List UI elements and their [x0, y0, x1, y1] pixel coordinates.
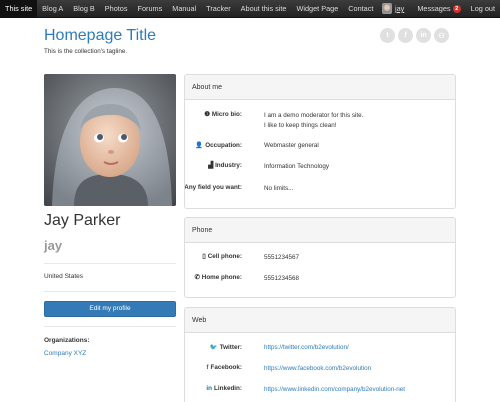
micro-bio-line2: I like to keep things clean!	[264, 121, 337, 129]
twitter-link[interactable]: https://twitter.com/b2evolution/	[264, 343, 349, 353]
profile-name: Jay Parker	[44, 212, 121, 229]
divider	[44, 326, 176, 327]
nav-photos[interactable]: Photos	[100, 0, 133, 18]
twitter-icon[interactable]: t	[380, 28, 395, 43]
occupation-value: Webmaster general	[264, 142, 319, 149]
micro-bio-line1: I am a demo moderator for this site.	[264, 112, 364, 119]
web-panel-heading: Web	[185, 308, 455, 333]
nav-blog-a[interactable]: Blog A	[37, 0, 68, 18]
phone-panel-heading: Phone	[185, 218, 455, 243]
profile-country: United States	[44, 273, 84, 280]
any-field-value: No limits...	[264, 185, 294, 192]
nav-about[interactable]: About this site	[236, 0, 292, 18]
nav-user-link[interactable]: jay	[392, 4, 412, 13]
tagline: This is the collection's tagline.	[44, 48, 128, 55]
linkedin-link[interactable]: https://www.linkedin.com/company/b2evolu…	[264, 385, 405, 395]
industry-label: ▟ Industry:	[208, 162, 242, 169]
about-panel: About me ❶ Micro bio: I am a demo moderat…	[184, 74, 456, 209]
nav-widget-page[interactable]: Widget Page	[291, 0, 343, 18]
home-phone-label: ✆ Home phone:	[194, 274, 242, 281]
industry-icon: ▟	[208, 162, 214, 169]
top-navbar: This site Blog A Blog B Photos Forums Ma…	[0, 0, 500, 18]
nav-this-site[interactable]: This site	[0, 0, 38, 18]
phone-panel: Phone ▯ Cell phone: 5551234567 ✆ Home phon…	[184, 217, 456, 298]
micro-bio-label: ❶ Micro bio:	[204, 111, 242, 118]
nav-manual[interactable]: Manual	[167, 0, 201, 18]
messages-count-badge: 2	[452, 4, 461, 13]
user-icon: 👤	[195, 142, 204, 149]
nav-blog-b[interactable]: Blog B	[68, 0, 100, 18]
nav-logout[interactable]: Log out	[466, 0, 500, 18]
facebook-icon: f	[206, 364, 209, 371]
industry-value: Information Technology	[264, 163, 329, 170]
profile-photo-image	[44, 74, 176, 206]
micro-bio-label-text: Micro bio:	[211, 111, 242, 118]
linkedin-label: in Linkedin:	[206, 385, 242, 392]
occupation-label-text: Occupation:	[205, 142, 242, 149]
user-avatar-icon[interactable]	[382, 3, 392, 14]
twitter-label: 🐦 Twitter:	[210, 343, 242, 351]
nav-contact[interactable]: Contact	[343, 0, 378, 18]
nav-forums[interactable]: Forums	[133, 0, 168, 18]
github-icon[interactable]: ⚇	[434, 28, 449, 43]
industry-label-text: Industry:	[215, 162, 242, 169]
organizations-label: Organizations:	[44, 337, 90, 344]
facebook-link[interactable]: https://www.facebook.com/b2evolution	[264, 364, 371, 374]
twitter-label-text: Twitter:	[219, 344, 242, 351]
profile-nickname: jay	[44, 238, 63, 253]
nav-messages[interactable]: Messages 2	[412, 0, 465, 18]
mobile-icon: ▯	[202, 253, 206, 260]
twitter-icon: 🐦	[209, 344, 218, 351]
linkedin-icon[interactable]: in	[416, 28, 431, 43]
cell-phone-label-text: Cell phone:	[207, 253, 242, 260]
home-phone-label-text: Home phone:	[201, 274, 242, 281]
page-title[interactable]: Homepage Title	[44, 27, 156, 45]
facebook-label-text: Facebook:	[210, 364, 243, 371]
web-panel: Web 🐦 Twitter: https://twitter.com/b2evol…	[184, 307, 456, 402]
divider	[44, 263, 176, 264]
facebook-icon[interactable]: f	[398, 28, 413, 43]
linkedin-icon: in	[206, 385, 212, 392]
linkedin-label-text: Linkedin:	[214, 385, 242, 392]
about-panel-heading: About me	[185, 75, 455, 100]
micro-bio-value: I am a demo moderator for this site. I li…	[264, 111, 363, 130]
divider	[44, 291, 176, 292]
facebook-label: f Facebook:	[206, 364, 242, 371]
any-field-label: Any field you want:	[184, 184, 242, 191]
profile-photo	[44, 74, 176, 206]
occupation-label: 👤 Occupation:	[195, 141, 242, 149]
info-icon: ❶	[204, 111, 210, 118]
organization-link[interactable]: Company XYZ	[44, 350, 86, 357]
phone-icon: ✆	[194, 274, 200, 281]
messages-label: Messages	[417, 3, 451, 13]
nav-tracker[interactable]: Tracker	[201, 0, 235, 18]
cell-phone-value: 5551234567	[264, 254, 300, 261]
home-phone-value: 5551234568	[264, 275, 300, 282]
edit-profile-button[interactable]: Edit my profile	[44, 301, 176, 317]
social-links: t f in ⚇	[380, 28, 449, 43]
cell-phone-label: ▯ Cell phone:	[202, 253, 242, 260]
